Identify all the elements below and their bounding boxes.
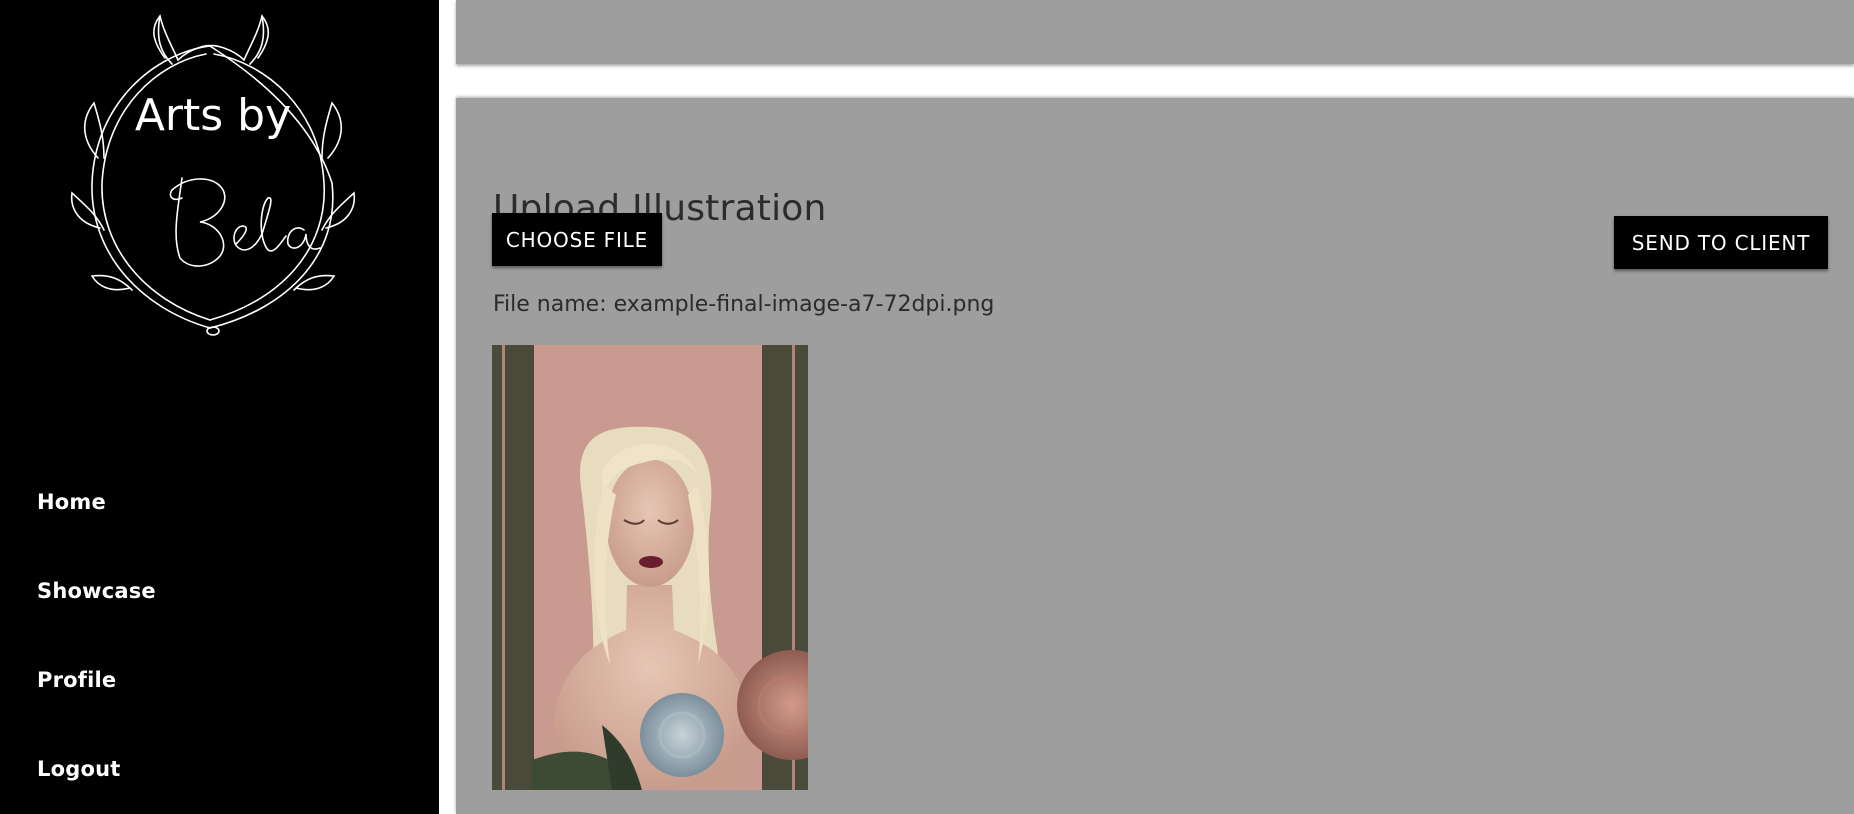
file-name-label: File name: example-final-image-a7-72dpi.… <box>493 292 995 317</box>
upload-card: Upload Illustration CHOOSE FILE SEND TO … <box>456 98 1854 814</box>
top-card <box>456 0 1854 64</box>
illustration-image <box>492 345 808 790</box>
logo[interactable]: Arts by <box>60 8 366 348</box>
sidebar: Arts by Home Showcase Profile Logout <box>0 0 439 814</box>
logo-text: Arts by <box>135 90 291 141</box>
choose-file-button[interactable]: CHOOSE FILE <box>492 213 662 266</box>
content-gutter <box>439 0 456 814</box>
nav-showcase[interactable]: Showcase <box>37 579 156 603</box>
illustration-preview <box>492 345 808 790</box>
nav-profile[interactable]: Profile <box>37 668 116 692</box>
send-to-client-button[interactable]: SEND TO CLIENT <box>1614 216 1828 269</box>
nav-logout[interactable]: Logout <box>37 757 120 781</box>
nav-home[interactable]: Home <box>37 490 106 514</box>
logo-wreath-icon: Arts by <box>70 14 356 336</box>
